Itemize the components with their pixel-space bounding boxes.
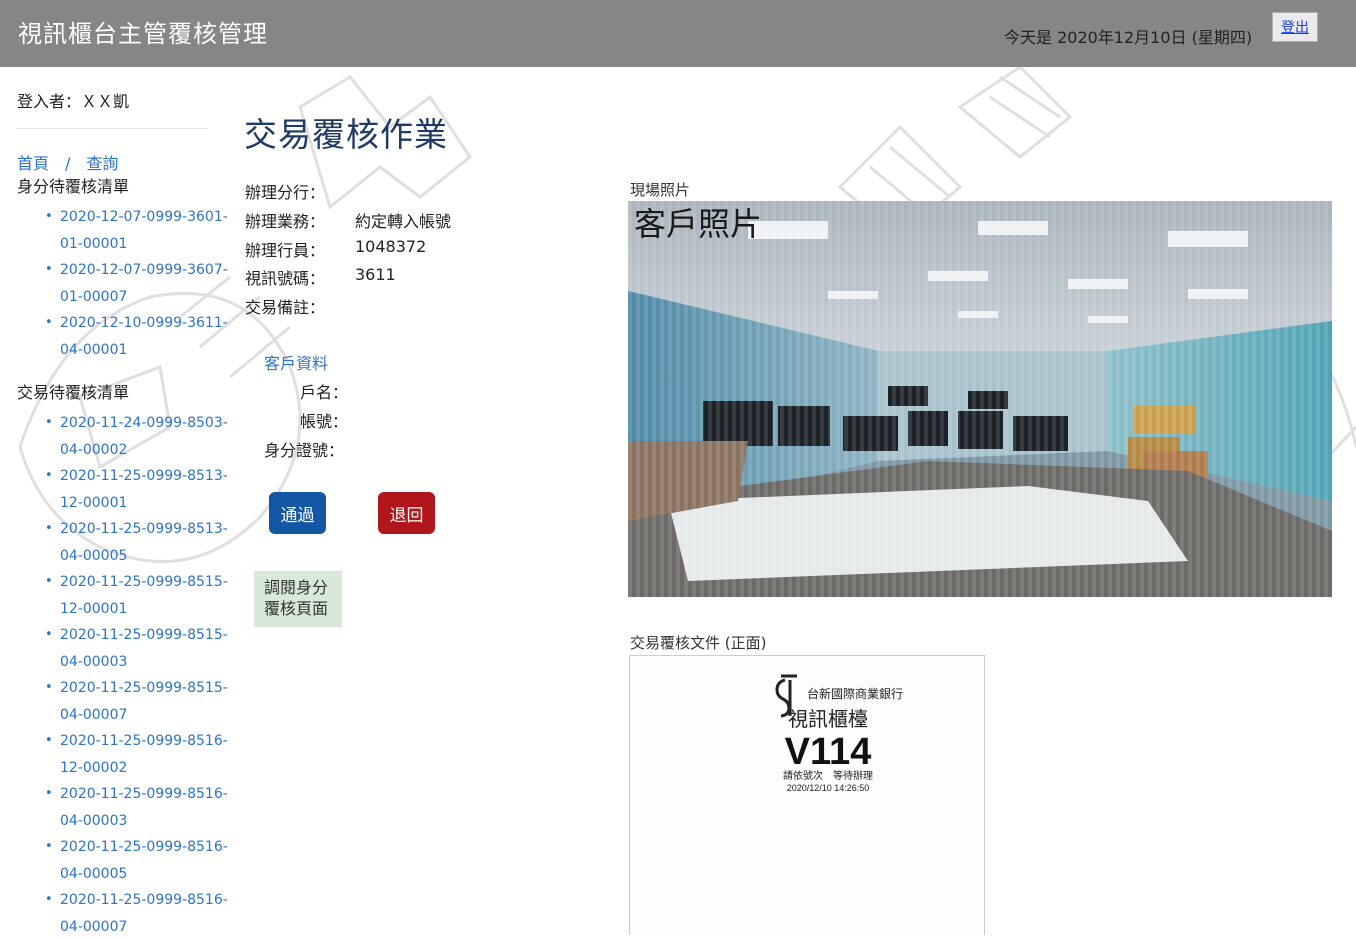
identity-review-list-item-text: 01-00007 — [60, 284, 230, 311]
transaction-review-list-item-text: 12-00001 — [60, 596, 230, 623]
return-button[interactable]: 退回 — [378, 492, 435, 534]
field-value-teller: 1048372 — [355, 237, 426, 256]
identity-review-list-item[interactable]: 2020-12-07-0999-3607-01-00007 — [60, 257, 230, 310]
identity-review-list-item-text: 2020-12-10-0999-3611- — [60, 310, 230, 337]
view-identity-review-button[interactable]: 調閱身分覆核頁面 — [254, 571, 342, 627]
field-label-branch: 辦理分行： — [245, 179, 325, 203]
document-label: 交易覆核文件 (正面) — [630, 632, 766, 653]
breadcrumb-home-link[interactable]: 首頁 — [17, 154, 49, 173]
doc-instruction: 請依號次 等待辦理 — [783, 769, 873, 782]
photo-overlay-text: 客戶照片 — [634, 205, 762, 243]
transaction-review-list-item-text: 2020-11-25-0999-8515- — [60, 622, 230, 649]
doc-bank-name: 台新國際商業銀行 — [807, 686, 903, 701]
ticket-scan-image: 台新國際商業銀行 視訊櫃檯 V114 請依號次 等待辦理 2020/12/10 … — [630, 656, 984, 935]
doc-ticket-number: V114 — [785, 731, 872, 773]
transaction-review-list-item[interactable]: 2020-11-25-0999-8515-12-00001 — [60, 569, 230, 622]
transaction-review-list-item[interactable]: 2020-11-24-0999-8503-04-00002 — [60, 410, 230, 463]
field-label-business: 辦理業務： — [245, 208, 325, 232]
logout-button[interactable]: 登出 — [1272, 12, 1318, 42]
logged-in-user: 登入者：ＸＸ凱 — [17, 88, 129, 112]
transaction-review-list-item[interactable]: 2020-11-25-0999-8515-04-00003 — [60, 622, 230, 675]
transaction-review-list-item-text: 04-00002 — [60, 437, 230, 464]
transaction-review-list-item-text: 12-00002 — [60, 755, 230, 782]
transaction-review-list-item-text: 04-00005 — [60, 861, 230, 888]
transaction-review-list-item-text: 04-00007 — [60, 702, 230, 729]
transaction-review-list-item-text: 2020-11-24-0999-8503- — [60, 410, 230, 437]
page-title: 交易覆核作業 — [244, 108, 448, 156]
transaction-review-list-item-text: 12-00001 — [60, 490, 230, 517]
transaction-review-list-item[interactable]: 2020-11-25-0999-8515-04-00007 — [60, 675, 230, 728]
transaction-review-list-item[interactable]: 2020-11-25-0999-8516-04-00005 — [60, 834, 230, 887]
identity-review-list-item-text: 2020-12-07-0999-3601- — [60, 204, 230, 231]
sidebar-divider — [16, 128, 208, 129]
approve-button[interactable]: 通過 — [269, 492, 326, 534]
field-label-remark: 交易備註： — [245, 294, 325, 318]
transaction-review-list-item-text: 2020-11-25-0999-8515- — [60, 569, 230, 596]
customer-data-heading: 客戶資料 — [264, 350, 328, 374]
customer-label-account: 帳號： — [300, 408, 348, 432]
onsite-photo-label: 現場照片 — [630, 179, 690, 200]
transaction-review-list-item-text: 04-00007 — [60, 914, 230, 940]
transaction-review-list-item-text: 04-00003 — [60, 808, 230, 835]
header-bar: 視訊櫃台主管覆核管理 今天是 2020年12月10日 (星期四) 登出 — [0, 0, 1356, 67]
transaction-review-list-item-text: 2020-11-25-0999-8516- — [60, 781, 230, 808]
transaction-review-list-item[interactable]: 2020-11-25-0999-8513-12-00001 — [60, 463, 230, 516]
identity-review-list: 2020-12-07-0999-3601-01-000012020-12-07-… — [60, 204, 230, 363]
doc-counter-title: 視訊櫃檯 — [788, 707, 868, 731]
transaction-review-list: 2020-11-24-0999-8503-04-000022020-11-25-… — [60, 410, 230, 940]
current-date: 今天是 2020年12月10日 (星期四) — [1004, 24, 1252, 48]
transaction-review-list-item[interactable]: 2020-11-25-0999-8513-04-00005 — [60, 516, 230, 569]
doc-timestamp: 2020/12/10 14:26:50 — [787, 783, 870, 793]
transaction-document: 台新國際商業銀行 視訊櫃檯 V114 請依號次 等待辦理 2020/12/10 … — [629, 655, 985, 935]
transaction-review-list-item-text: 2020-11-25-0999-8515- — [60, 675, 230, 702]
field-label-video-number: 視訊號碼： — [245, 265, 325, 289]
transaction-review-list-item-text: 2020-11-25-0999-8516- — [60, 887, 230, 914]
transaction-review-list-item-text: 2020-11-25-0999-8516- — [60, 728, 230, 755]
transaction-review-list-item-text: 2020-11-25-0999-8513- — [60, 516, 230, 543]
breadcrumb-separator: / — [65, 154, 70, 173]
identity-review-list-item-text: 04-00001 — [60, 337, 230, 364]
transaction-review-list-item[interactable]: 2020-11-25-0999-8516-04-00007 — [60, 887, 230, 940]
app-title: 視訊櫃台主管覆核管理 — [18, 14, 268, 49]
identity-review-list-item-text: 01-00001 — [60, 231, 230, 258]
transaction-review-list-item-text: 2020-11-25-0999-8516- — [60, 834, 230, 861]
customer-label-name: 戶名： — [300, 379, 348, 403]
onsite-photo: 客戶照片 — [628, 201, 1332, 597]
identity-review-list-item[interactable]: 2020-12-07-0999-3601-01-00001 — [60, 204, 230, 257]
breadcrumb: 首頁 / 查詢 — [17, 150, 118, 174]
transaction-review-list-item[interactable]: 2020-11-25-0999-8516-12-00002 — [60, 728, 230, 781]
identity-review-list-title: 身分待覆核清單 — [17, 173, 129, 197]
field-value-video-number: 3611 — [355, 265, 396, 284]
customer-label-id: 身分證號： — [264, 437, 344, 461]
identity-review-list-item[interactable]: 2020-12-10-0999-3611-04-00001 — [60, 310, 230, 363]
field-value-business: 約定轉入帳號 — [355, 208, 451, 232]
breadcrumb-query-link[interactable]: 查詢 — [86, 154, 118, 173]
transaction-review-list-item[interactable]: 2020-11-25-0999-8516-04-00003 — [60, 781, 230, 834]
transaction-review-list-item-text: 2020-11-25-0999-8513- — [60, 463, 230, 490]
transaction-review-list-item-text: 04-00003 — [60, 649, 230, 676]
office-photo-image: 客戶照片 — [628, 201, 1332, 597]
field-label-teller: 辦理行員： — [245, 237, 325, 261]
transaction-review-list-title: 交易待覆核清單 — [17, 379, 129, 403]
transaction-review-list-item-text: 04-00005 — [60, 543, 230, 570]
identity-review-list-item-text: 2020-12-07-0999-3607- — [60, 257, 230, 284]
